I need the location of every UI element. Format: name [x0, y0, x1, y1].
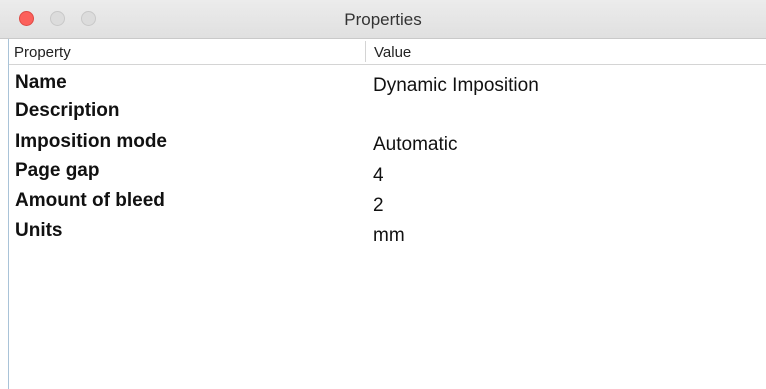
properties-table: Property Value Name Dynamic Imposition D…: [8, 39, 766, 389]
row-value-amount-of-bleed[interactable]: 2: [373, 195, 384, 217]
row-label-units[interactable]: Units: [15, 220, 63, 242]
row-value-imposition-mode[interactable]: Automatic: [373, 134, 457, 156]
row-value-page-gap[interactable]: 4: [373, 165, 384, 187]
row-label-name[interactable]: Name: [15, 72, 67, 94]
column-header-property[interactable]: Property: [14, 44, 71, 61]
row-label-amount-of-bleed[interactable]: Amount of bleed: [15, 190, 165, 212]
table-header: Property Value: [9, 39, 766, 65]
row-value-name[interactable]: Dynamic Imposition: [373, 75, 539, 97]
column-header-value[interactable]: Value: [374, 44, 411, 61]
row-label-description[interactable]: Description: [15, 100, 120, 122]
window-title: Properties: [344, 10, 422, 29]
row-label-page-gap[interactable]: Page gap: [15, 160, 99, 182]
title-bar[interactable]: Properties: [0, 0, 766, 39]
column-divider[interactable]: [365, 41, 366, 62]
properties-window: Properties Property Value Name Dynamic I…: [0, 0, 766, 389]
row-value-units[interactable]: mm: [373, 225, 405, 247]
row-label-imposition-mode[interactable]: Imposition mode: [15, 131, 167, 153]
